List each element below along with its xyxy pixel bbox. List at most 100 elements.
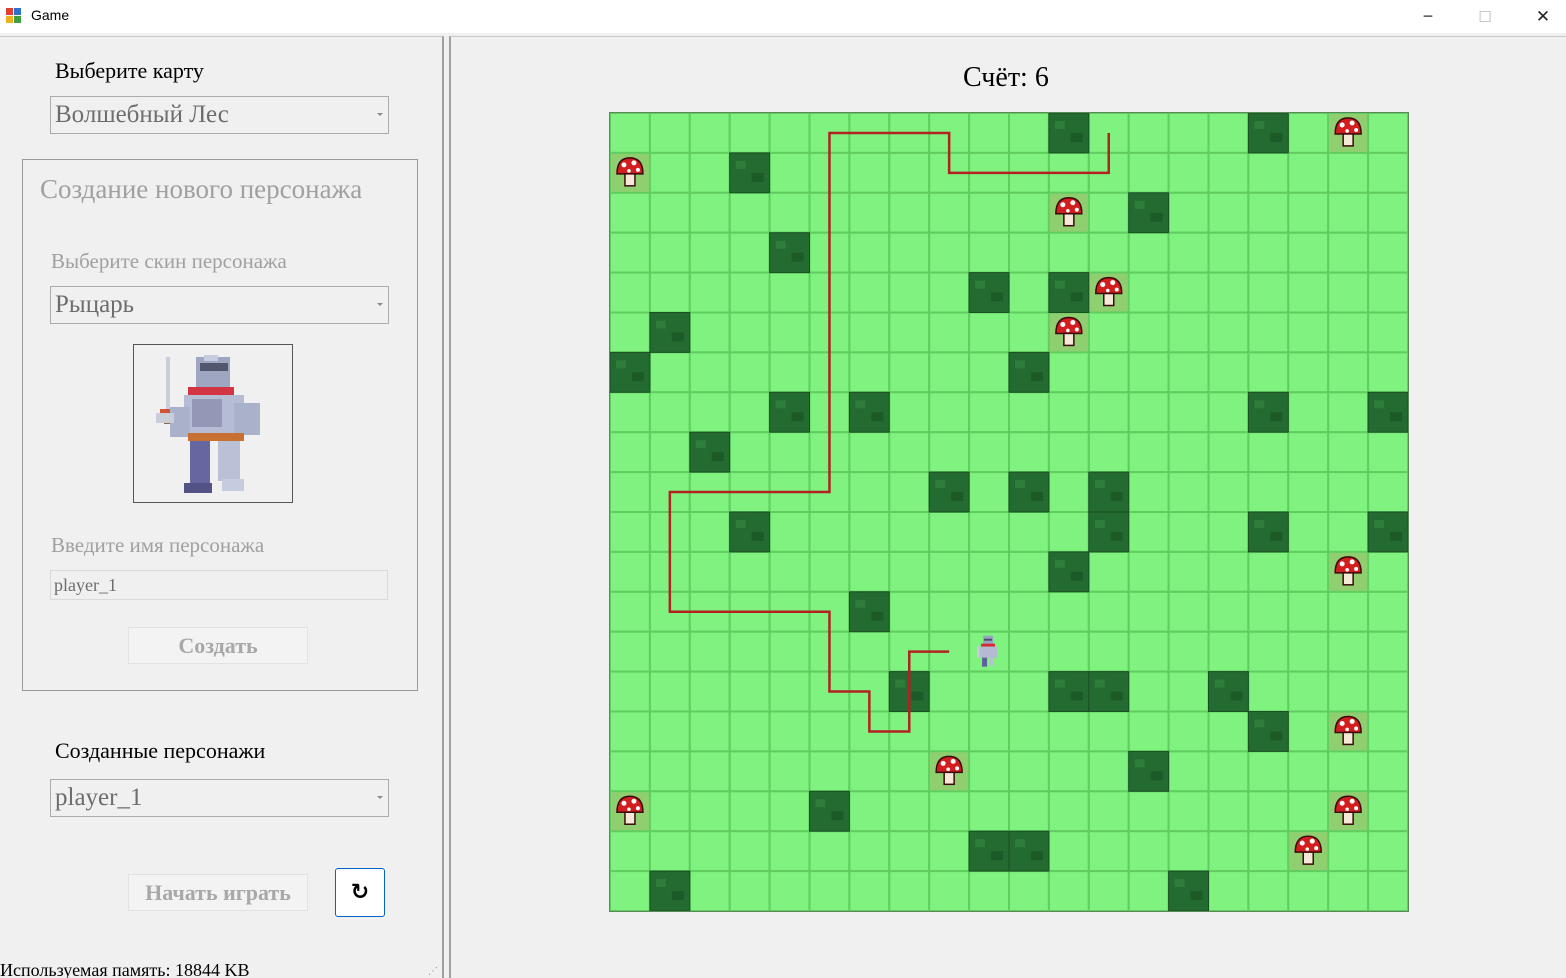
- grass-tile: [1207, 710, 1250, 753]
- grass-tile: [1327, 151, 1370, 194]
- window-title: Game: [31, 7, 70, 23]
- grass-tile: [1047, 351, 1090, 394]
- bush-tile: [1088, 671, 1130, 712]
- bush-tile: [1128, 750, 1170, 792]
- grass-tile: [1167, 790, 1210, 833]
- skin-select-combobox[interactable]: Рыцарь: [50, 286, 389, 324]
- grass-tile: [808, 550, 851, 593]
- grass-tile: [1327, 830, 1370, 873]
- grass-tile: [728, 271, 771, 314]
- character-name-input[interactable]: [51, 571, 387, 599]
- grass-tile: [1047, 790, 1090, 833]
- characters-combobox[interactable]: player_1: [50, 779, 389, 817]
- skin-select-value: Рыцарь: [55, 291, 135, 318]
- name-input-label: Введите имя персонажа: [51, 533, 265, 557]
- grass-tile: [968, 710, 1010, 753]
- grass-tile: [648, 191, 691, 234]
- grass-tile: [610, 471, 651, 513]
- grass-tile: [1367, 830, 1408, 873]
- grass-tile: [1087, 790, 1130, 833]
- grass-tile: [1207, 271, 1250, 314]
- grass-tile: [1327, 630, 1370, 673]
- grass-tile: [768, 151, 811, 194]
- grass-tile: [848, 790, 891, 833]
- game-board[interactable]: [609, 112, 1409, 912]
- grass-tile: [688, 191, 731, 234]
- grass-tile: [1287, 870, 1330, 911]
- grass-tile: [1287, 471, 1330, 513]
- bush-tile: [848, 591, 890, 633]
- close-button[interactable]: ✕: [1514, 0, 1566, 33]
- grass-tile: [1247, 750, 1290, 793]
- grass-tile: [688, 550, 731, 593]
- grass-tile: [1047, 511, 1090, 553]
- grass-tile: [888, 271, 931, 314]
- bush-tile: [1208, 671, 1249, 712]
- grass-tile: [728, 790, 771, 833]
- grass-tile: [1167, 590, 1210, 633]
- grass-tile: [1087, 231, 1130, 274]
- grass-tile: [1207, 630, 1250, 673]
- grass-tile: [1367, 231, 1408, 274]
- grass-tile: [610, 113, 651, 154]
- grass-tile: [848, 630, 891, 673]
- grass-tile: [928, 351, 971, 394]
- grass-tile: [1087, 710, 1130, 753]
- grass-tile: [928, 391, 971, 434]
- map-select-combobox[interactable]: Волшебный Лес: [50, 96, 389, 134]
- grass-tile: [768, 431, 811, 474]
- grass-tile: [1008, 590, 1050, 633]
- grass-tile: [610, 630, 651, 673]
- grass-tile: [610, 311, 651, 354]
- grass-tile: [688, 113, 731, 154]
- grass-tile: [1127, 151, 1170, 194]
- grass-tile: [1207, 790, 1250, 833]
- grass-tile: [768, 311, 811, 354]
- grass-tile: [768, 550, 811, 593]
- bush-tile: [1247, 113, 1289, 154]
- grass-tile: [610, 590, 651, 633]
- grass-tile: [848, 830, 891, 873]
- grass-tile: [1207, 511, 1250, 553]
- grass-tile: [1367, 710, 1408, 753]
- grass-tile: [1247, 670, 1290, 713]
- grass-tile: [1287, 431, 1330, 474]
- resize-grip-icon[interactable]: ⋰: [428, 966, 438, 977]
- grass-tile: [610, 511, 651, 553]
- grass-tile: [648, 431, 691, 474]
- grass-tile: [1008, 630, 1050, 673]
- start-game-button[interactable]: Начать играть: [128, 874, 308, 911]
- grass-tile: [1207, 191, 1250, 234]
- grass-tile: [888, 151, 931, 194]
- maximize-button[interactable]: ☐: [1456, 0, 1514, 33]
- grass-tile: [1287, 311, 1330, 354]
- grass-tile: [648, 351, 691, 394]
- minimize-button[interactable]: ─: [1399, 0, 1457, 33]
- mushroom-icon: [930, 752, 969, 791]
- create-button[interactable]: Создать: [128, 627, 308, 664]
- grass-tile: [1167, 113, 1210, 154]
- grass-tile: [888, 391, 931, 434]
- grass-tile: [1047, 471, 1090, 513]
- grass-tile: [1287, 391, 1330, 434]
- grass-tile: [888, 191, 931, 234]
- grass-tile: [688, 630, 731, 673]
- grass-tile: [610, 550, 651, 593]
- grass-tile: [888, 471, 931, 513]
- grass-tile: [1127, 670, 1170, 713]
- grass-tile: [1008, 231, 1050, 274]
- bush-tile: [1247, 511, 1289, 553]
- refresh-button[interactable]: ↻: [335, 868, 385, 917]
- grass-tile: [968, 431, 1010, 474]
- grass-tile: [1167, 311, 1210, 354]
- map-select-value: Волшебный Лес: [55, 101, 229, 128]
- grass-tile: [1047, 630, 1090, 673]
- grass-tile: [1167, 151, 1210, 194]
- grass-tile: [768, 351, 811, 394]
- grass-tile: [1287, 191, 1330, 234]
- bush-tile: [928, 471, 970, 513]
- grass-tile: [928, 271, 971, 314]
- grass-tile: [1367, 471, 1408, 513]
- grass-tile: [648, 271, 691, 314]
- grass-tile: [888, 590, 931, 633]
